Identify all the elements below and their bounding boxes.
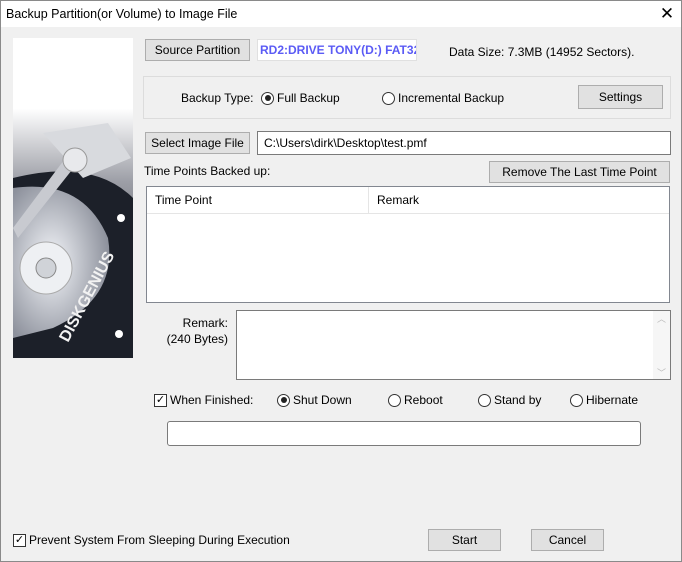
when-finished-label: When Finished: [170,393,254,407]
scroll-up-icon[interactable]: ︿ [653,311,670,327]
radio-selected-icon [261,91,274,105]
full-backup-radio[interactable]: Full Backup [261,91,340,105]
incremental-backup-radio[interactable]: Incremental Backup [382,91,504,105]
prevent-sleep-label: Prevent System From Sleeping During Exec… [29,533,290,547]
remark-limit-label: (240 Bytes) [166,332,228,346]
close-icon[interactable]: ✕ [656,3,678,25]
when-finished-checkbox[interactable]: ✓ When Finished: [154,393,253,407]
radio-icon [388,393,401,407]
radio-icon [382,91,395,105]
start-button[interactable]: Start [428,529,501,551]
incremental-backup-label: Incremental Backup [398,91,505,105]
progress-bar [167,421,641,446]
column-header-time-point[interactable]: Time Point [147,187,369,214]
checkbox-checked-icon: ✓ [154,393,167,407]
source-partition-button[interactable]: Source Partition [145,39,250,61]
data-size-label: Data Size: 7.3MB (14952 Sectors). [449,45,635,59]
shut-down-radio[interactable]: Shut Down [277,393,352,407]
window-title: Backup Partition(or Volume) to Image Fil… [6,7,238,21]
hibernate-radio[interactable]: Hibernate [570,393,638,407]
image-file-path-input[interactable]: C:\Users\dirk\Desktop\test.pmf [257,131,671,155]
shut-down-label: Shut Down [293,393,352,407]
radio-icon [570,393,583,407]
remark-label: Remark: [182,316,228,330]
time-points-list[interactable]: Time Point Remark [146,186,670,303]
reboot-radio[interactable]: Reboot [388,393,443,407]
select-image-file-button[interactable]: Select Image File [145,132,250,154]
column-header-remark[interactable]: Remark [369,187,669,214]
settings-button[interactable]: Settings [578,85,663,109]
title-bar: Backup Partition(or Volume) to Image Fil… [1,1,681,27]
scroll-down-icon[interactable]: ﹀ [653,366,670,379]
remark-textarea[interactable]: ︿ ﹀ [236,310,671,380]
radio-icon [478,393,491,407]
radio-selected-icon [277,393,290,407]
prevent-sleep-checkbox[interactable]: ✓ Prevent System From Sleeping During Exe… [13,533,290,547]
remove-last-time-point-button[interactable]: Remove The Last Time Point [489,161,670,183]
time-points-label: Time Points Backed up: [144,164,271,178]
stand-by-label: Stand by [494,393,542,407]
hibernate-label: Hibernate [586,393,639,407]
backup-type-label: Backup Type: [181,91,254,105]
source-partition-field: RD2:DRIVE TONY(D:) FAT32 3 [257,39,417,61]
diskgenius-logo-image: DISKGENIUS [13,38,133,358]
checkbox-checked-icon: ✓ [13,533,26,547]
cancel-button[interactable]: Cancel [531,529,604,551]
full-backup-label: Full Backup [277,91,340,105]
stand-by-radio[interactable]: Stand by [478,393,541,407]
remark-scrollbar[interactable]: ︿ ﹀ [653,311,670,379]
reboot-label: Reboot [404,393,443,407]
